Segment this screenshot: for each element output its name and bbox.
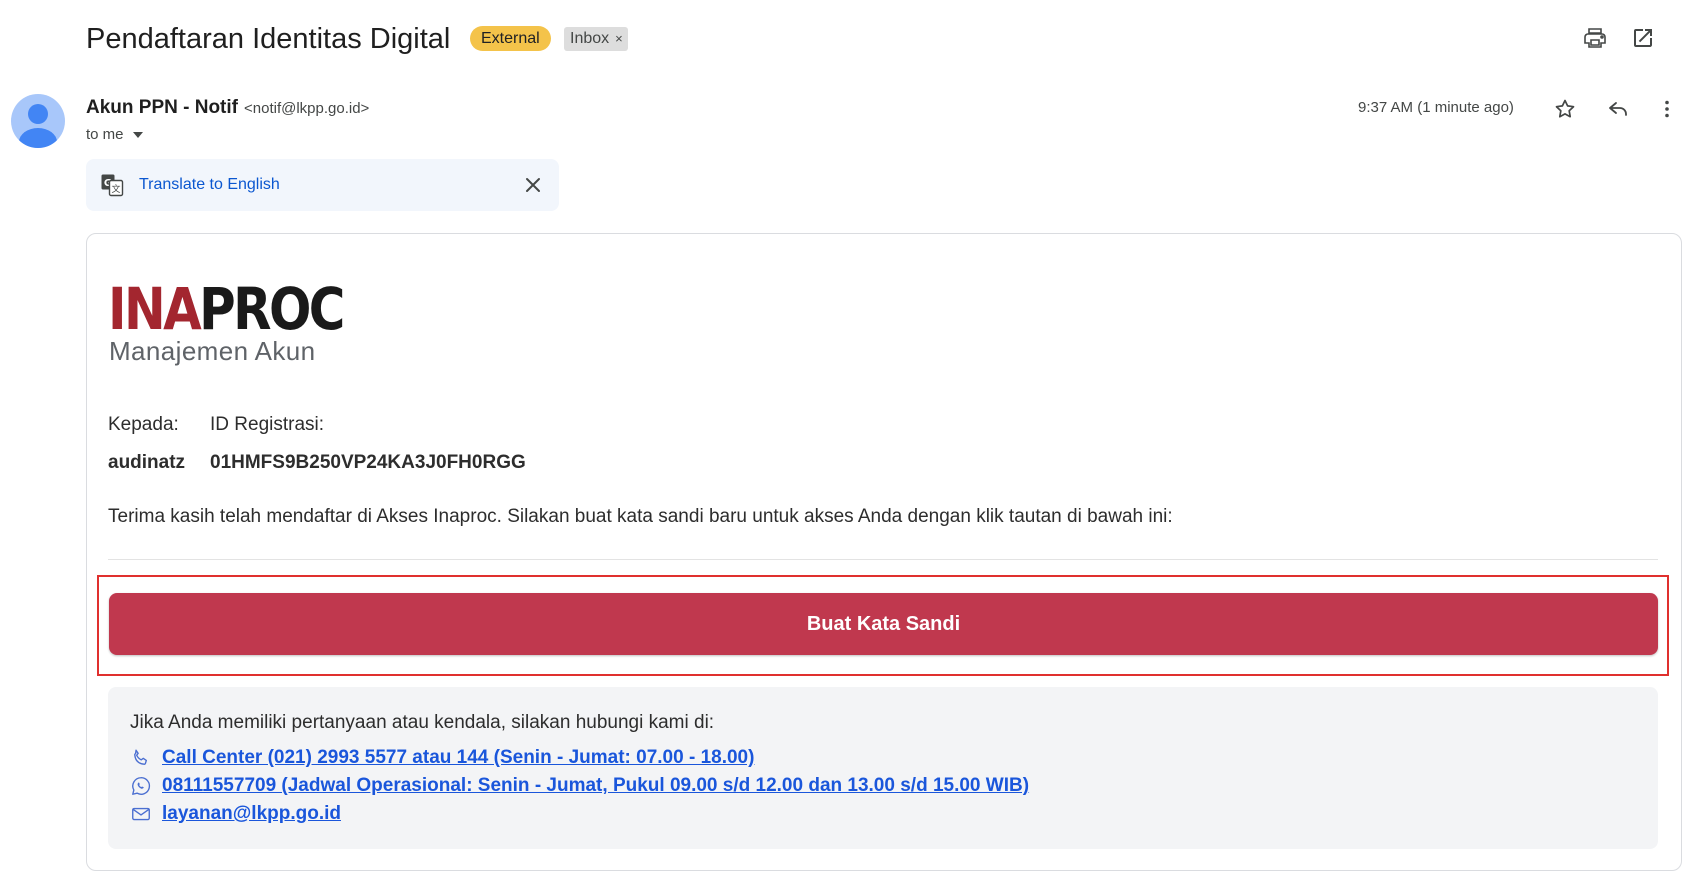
whatsapp-link[interactable]: 08111557709 (Jadwal Operasional: Senin -… [162, 775, 1029, 797]
remove-label-icon[interactable]: × [615, 31, 623, 46]
close-icon [526, 178, 540, 192]
contact-email-row: layanan@lkpp.go.id [130, 803, 341, 825]
logo-part-proc: PROC [199, 275, 345, 343]
phone-icon [134, 749, 148, 765]
contact-whatsapp-row: 08111557709 (Jadwal Operasional: Senin -… [130, 775, 1029, 797]
support-email-link[interactable]: layanan@lkpp.go.id [162, 803, 341, 825]
open-in-new-icon [1634, 29, 1652, 47]
call-center-link[interactable]: Call Center (021) 2993 5577 atau 144 (Se… [162, 747, 754, 769]
reply-icon [1609, 102, 1627, 116]
svg-text:文: 文 [111, 183, 120, 195]
open-in-new-window-button[interactable] [1625, 20, 1661, 56]
recipient-label: to me [86, 126, 124, 143]
email-timestamp: 9:37 AM (1 minute ago) [1358, 99, 1514, 116]
mail-icon [132, 807, 150, 821]
external-badge: External [470, 26, 551, 51]
content-divider [108, 559, 1658, 560]
recipient-field-label: Kepada: [108, 414, 179, 435]
translate-icon: G 文 [101, 174, 124, 197]
person-icon [19, 104, 57, 148]
close-translate-button[interactable] [515, 167, 551, 203]
contact-phone-row: Call Center (021) 2993 5577 atau 144 (Se… [130, 747, 754, 769]
inaproc-logo: INAPROC [108, 275, 345, 343]
star-button[interactable] [1547, 91, 1583, 127]
registration-id-value: 01HMFS9B250VP24KA3J0FH0RGG [210, 452, 526, 473]
reply-button[interactable] [1600, 91, 1636, 127]
email-subject: Pendaftaran Identitas Digital [86, 23, 451, 55]
more-options-button[interactable] [1649, 91, 1685, 127]
recipient-username: audinatz [108, 452, 186, 473]
email-message: Terima kasih telah mendaftar di Akses In… [108, 506, 1173, 527]
star-icon [1555, 99, 1575, 118]
whatsapp-icon [132, 777, 151, 795]
print-button[interactable] [1577, 20, 1613, 56]
inbox-label-text: Inbox [570, 30, 610, 47]
more-vert-icon [1665, 100, 1669, 118]
create-password-button[interactable]: Buat Kata Sandi [109, 593, 1658, 655]
registration-id-label: ID Registrasi: [210, 414, 325, 435]
logo-subtitle: Manajemen Akun [109, 336, 316, 366]
sender-avatar[interactable] [11, 94, 65, 148]
logo-part-ina: INA [108, 275, 202, 343]
inbox-label-chip[interactable]: Inbox × [564, 27, 628, 51]
contact-intro-text: Jika Anda memiliki pertanyaan atau kenda… [130, 712, 715, 733]
translate-to-english-link[interactable]: Translate to English [139, 176, 280, 194]
print-icon [1584, 28, 1606, 48]
sender-name[interactable]: Akun PPN - Notif [86, 97, 238, 119]
recipient-details-toggle[interactable]: to me [86, 126, 143, 143]
caret-down-icon [132, 131, 143, 138]
sender-email: <notif@lkpp.go.id> [244, 100, 370, 117]
